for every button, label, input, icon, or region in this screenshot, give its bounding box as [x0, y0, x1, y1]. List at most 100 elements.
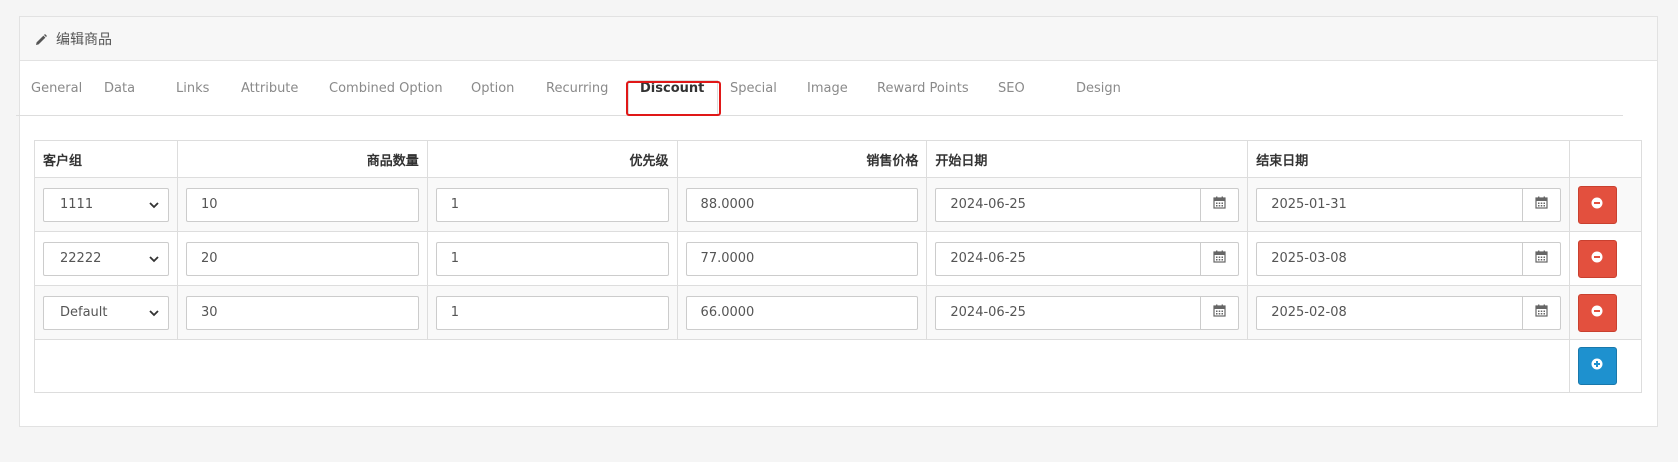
customer-group-select[interactable]: Default: [43, 295, 169, 330]
header-price: 销售价格: [676, 140, 928, 178]
priority-input[interactable]: 1: [435, 295, 669, 330]
priority-input[interactable]: 1: [435, 187, 669, 222]
minus-circle-icon: [1591, 251, 1603, 267]
price-value: 77.0000: [700, 251, 755, 266]
table-footer-row: [34, 339, 1643, 393]
calendar-button[interactable]: [1201, 187, 1240, 222]
footer-spacer: [34, 339, 1570, 393]
cell-date-start: 2024-06-25: [926, 231, 1249, 286]
cell-customer-group: Default: [34, 285, 178, 340]
customer-group-value: 1111: [60, 197, 94, 212]
tab-general[interactable]: General: [31, 81, 82, 96]
priority-value: 1: [450, 251, 460, 266]
date-start-input[interactable]: 2024-06-25: [935, 187, 1202, 222]
date-end-value: 2025-01-31: [1271, 197, 1347, 212]
customer-group-select[interactable]: 1111: [43, 187, 169, 222]
cell-actions: [1568, 285, 1643, 340]
tab-design[interactable]: Design: [1076, 81, 1121, 96]
remove-row-button[interactable]: [1577, 239, 1617, 278]
panel-title: 编辑商品: [56, 31, 112, 48]
priority-input[interactable]: 1: [435, 241, 669, 276]
calendar-icon: [1535, 304, 1548, 321]
remove-row-button[interactable]: [1577, 293, 1617, 332]
tab-discount[interactable]: Discount: [640, 81, 704, 96]
minus-circle-icon: [1591, 305, 1603, 321]
calendar-button[interactable]: [1201, 241, 1240, 276]
priority-value: 1: [450, 197, 460, 212]
cell-customer-group: 1111: [34, 177, 178, 232]
calendar-button[interactable]: [1522, 241, 1561, 276]
minus-circle-icon: [1591, 197, 1603, 213]
header-date-start: 开始日期: [926, 140, 1249, 178]
header-priority: 优先级: [426, 140, 678, 178]
date-end-value: 2025-03-08: [1271, 251, 1347, 266]
cell-add-action: [1568, 339, 1643, 393]
price-input[interactable]: 66.0000: [685, 295, 919, 330]
date-start-value: 2024-06-25: [950, 251, 1026, 266]
remove-row-button[interactable]: [1577, 185, 1617, 224]
date-end-input[interactable]: 2025-01-31: [1256, 187, 1523, 222]
date-start-input[interactable]: 2024-06-25: [935, 241, 1202, 276]
tab-links[interactable]: Links: [176, 81, 209, 96]
header-actions: [1568, 140, 1643, 178]
cell-quantity: 10: [176, 177, 428, 232]
quantity-value: 20: [200, 251, 218, 266]
plus-circle-icon: [1591, 358, 1603, 374]
price-value: 66.0000: [700, 305, 755, 320]
calendar-icon: [1535, 196, 1548, 213]
customer-group-select[interactable]: 22222: [43, 241, 169, 276]
tab-data[interactable]: Data: [104, 81, 135, 96]
cell-price: 77.0000: [676, 231, 928, 286]
table-row: 22222 20 1 77.0000 2024-06-25 2025-03-08: [34, 231, 1643, 286]
priority-value: 1: [450, 305, 460, 320]
add-discount-button[interactable]: [1577, 347, 1617, 385]
tab-attribute[interactable]: Attribute: [241, 81, 298, 96]
tab-image[interactable]: Image: [807, 81, 848, 96]
cell-actions: [1568, 177, 1643, 232]
panel-heading: 编辑商品: [20, 17, 1657, 61]
customer-group-value: Default: [60, 305, 108, 320]
calendar-icon: [1213, 304, 1226, 321]
table-row: Default 30 1 66.0000 2024-06-25 2025-02-…: [34, 285, 1643, 340]
quantity-value: 30: [200, 305, 218, 320]
calendar-button[interactable]: [1201, 295, 1240, 330]
price-input[interactable]: 77.0000: [685, 241, 919, 276]
tab-special[interactable]: Special: [730, 81, 777, 96]
date-start-value: 2024-06-25: [950, 197, 1026, 212]
pencil-icon: [34, 32, 48, 46]
cell-priority: 1: [426, 177, 678, 232]
date-start-input[interactable]: 2024-06-25: [935, 295, 1202, 330]
chevron-down-icon: [148, 199, 160, 211]
customer-group-value: 22222: [60, 251, 102, 266]
chevron-down-icon: [148, 253, 160, 265]
tab-option[interactable]: Option: [471, 81, 514, 96]
date-end-input[interactable]: 2025-02-08: [1256, 295, 1523, 330]
tab-recurring[interactable]: Recurring: [546, 81, 608, 96]
calendar-button[interactable]: [1522, 295, 1561, 330]
cell-price: 66.0000: [676, 285, 928, 340]
cell-actions: [1568, 231, 1643, 286]
cell-date-start: 2024-06-25: [926, 177, 1249, 232]
cell-priority: 1: [426, 285, 678, 340]
quantity-input[interactable]: 20: [185, 241, 419, 276]
calendar-button[interactable]: [1522, 187, 1561, 222]
tab-reward-points[interactable]: Reward Points: [877, 81, 969, 96]
table-row: 1111 10 1 88.0000 2024-06-25 2025-01-31: [34, 177, 1643, 232]
cell-quantity: 20: [176, 231, 428, 286]
calendar-icon: [1213, 196, 1226, 213]
quantity-value: 10: [200, 197, 218, 212]
cell-quantity: 30: [176, 285, 428, 340]
cell-date-end: 2025-01-31: [1247, 177, 1570, 232]
calendar-icon: [1535, 250, 1548, 267]
quantity-input[interactable]: 30: [185, 295, 419, 330]
date-start-value: 2024-06-25: [950, 305, 1026, 320]
price-input[interactable]: 88.0000: [685, 187, 919, 222]
cell-customer-group: 22222: [34, 231, 178, 286]
price-value: 88.0000: [700, 197, 755, 212]
cell-date-end: 2025-02-08: [1247, 285, 1570, 340]
tab-seo[interactable]: SEO: [998, 81, 1025, 96]
tab-combined-option[interactable]: Combined Option: [329, 81, 443, 96]
quantity-input[interactable]: 10: [185, 187, 419, 222]
calendar-icon: [1213, 250, 1226, 267]
date-end-input[interactable]: 2025-03-08: [1256, 241, 1523, 276]
